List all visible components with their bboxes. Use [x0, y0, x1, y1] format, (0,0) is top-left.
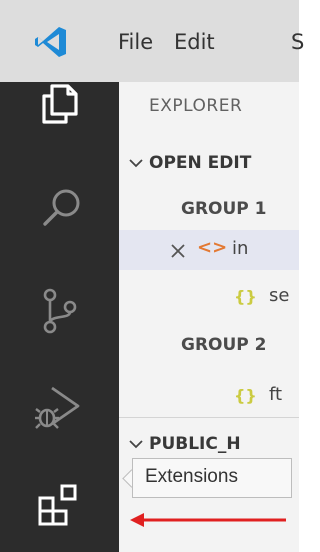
annotation-arrow-icon — [130, 513, 286, 527]
menu-selection[interactable]: S — [291, 29, 304, 55]
json-file-icon: {} — [234, 287, 257, 306]
extensions-tooltip: Extensions — [132, 458, 292, 498]
open-editor-filename[interactable]: in — [232, 238, 248, 259]
open-editor-filename[interactable]: se — [269, 285, 289, 306]
section-divider — [119, 417, 299, 418]
close-icon[interactable] — [170, 243, 186, 259]
group-2-label: GROUP 2 — [181, 335, 267, 355]
title-bar: File Edit S — [0, 0, 304, 82]
vscode-logo-icon — [33, 24, 69, 60]
menu-file[interactable]: File — [118, 29, 153, 55]
menu-edit[interactable]: Edit — [174, 29, 215, 55]
chevron-down-icon[interactable] — [128, 157, 144, 169]
source-control-icon[interactable] — [38, 287, 82, 335]
explorer-icon[interactable] — [38, 78, 82, 126]
extensions-icon[interactable] — [36, 480, 84, 528]
chevron-down-icon[interactable] — [128, 438, 144, 450]
json-file-icon: {} — [234, 386, 257, 405]
html-file-icon: <> — [197, 237, 228, 258]
run-debug-icon[interactable] — [34, 382, 84, 434]
search-icon[interactable] — [40, 186, 84, 230]
activity-bar — [0, 82, 119, 552]
workspace-header[interactable]: PUBLIC_H — [149, 432, 241, 456]
group-1-label: GROUP 1 — [181, 199, 267, 219]
open-editor-filename[interactable]: ft — [269, 384, 282, 405]
explorer-title: EXPLORER — [149, 96, 243, 116]
tooltip-text: Extensions — [145, 466, 238, 487]
open-editors-header[interactable]: OPEN EDIT — [149, 151, 251, 175]
